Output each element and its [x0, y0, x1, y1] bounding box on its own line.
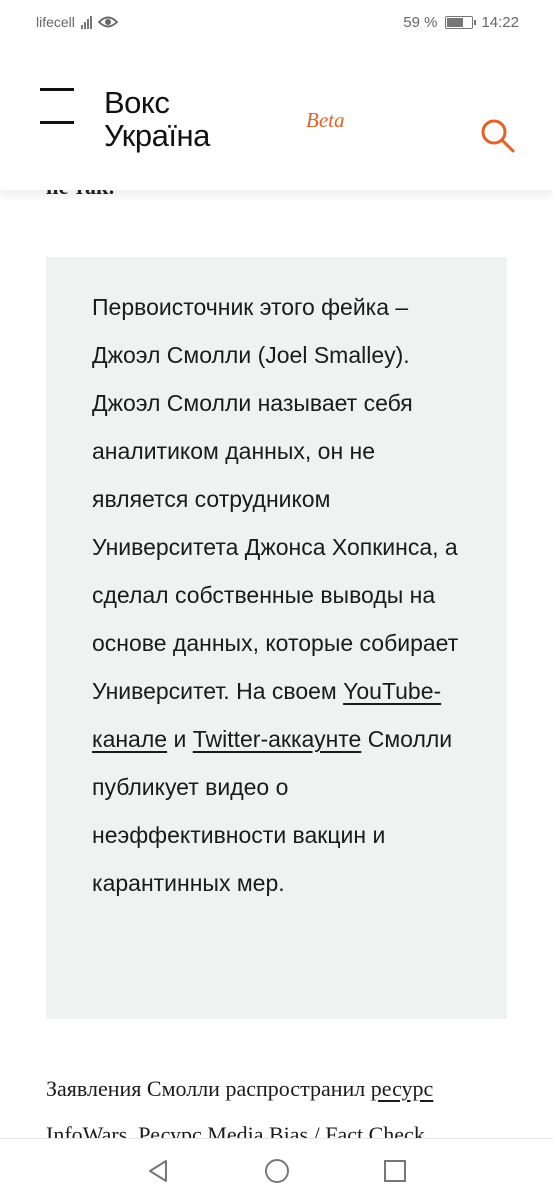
recents-icon[interactable] — [381, 1157, 409, 1185]
site-logo[interactable]: Вокс Україна — [104, 86, 210, 152]
search-icon[interactable] — [480, 118, 516, 154]
battery-percent: 59 % — [403, 14, 438, 31]
callout-text-part-1: Первоисточник этого фейка – Джоэл Смолли… — [92, 294, 459, 704]
status-left: lifecell — [36, 14, 118, 30]
twitter-account-link[interactable]: Twitter-аккаунте — [193, 726, 362, 752]
beta-label: Beta — [306, 108, 345, 132]
paragraph-text-part-1: Заявления Смолли распространил — [46, 1076, 371, 1101]
eye-icon — [97, 16, 118, 28]
callout-text: Первоисточник этого фейка – Джоэл Смолли… — [92, 283, 463, 907]
home-icon[interactable] — [263, 1157, 291, 1185]
site-header: Вокс Україна Beta — [0, 48, 553, 190]
navigation-bar — [0, 1138, 553, 1200]
signal-icon — [80, 15, 92, 29]
menu-icon[interactable] — [40, 88, 74, 124]
carrier-label: lifecell — [36, 14, 75, 30]
clock: 14:22 — [481, 14, 519, 31]
callout-text-part-2: и — [167, 726, 193, 752]
infowars-resource-link[interactable]: ресурс — [371, 1076, 434, 1101]
status-right: 59 % 14:22 — [403, 14, 519, 31]
logo-line-2: Україна — [104, 118, 210, 153]
back-icon[interactable] — [144, 1157, 172, 1185]
status-bar: lifecell 59 % 14:22 — [0, 0, 553, 48]
battery-icon — [445, 16, 477, 29]
logo-line-1: Вокс — [104, 85, 170, 120]
callout-box: Первоисточник этого фейка – Джоэл Смолли… — [46, 257, 507, 1019]
